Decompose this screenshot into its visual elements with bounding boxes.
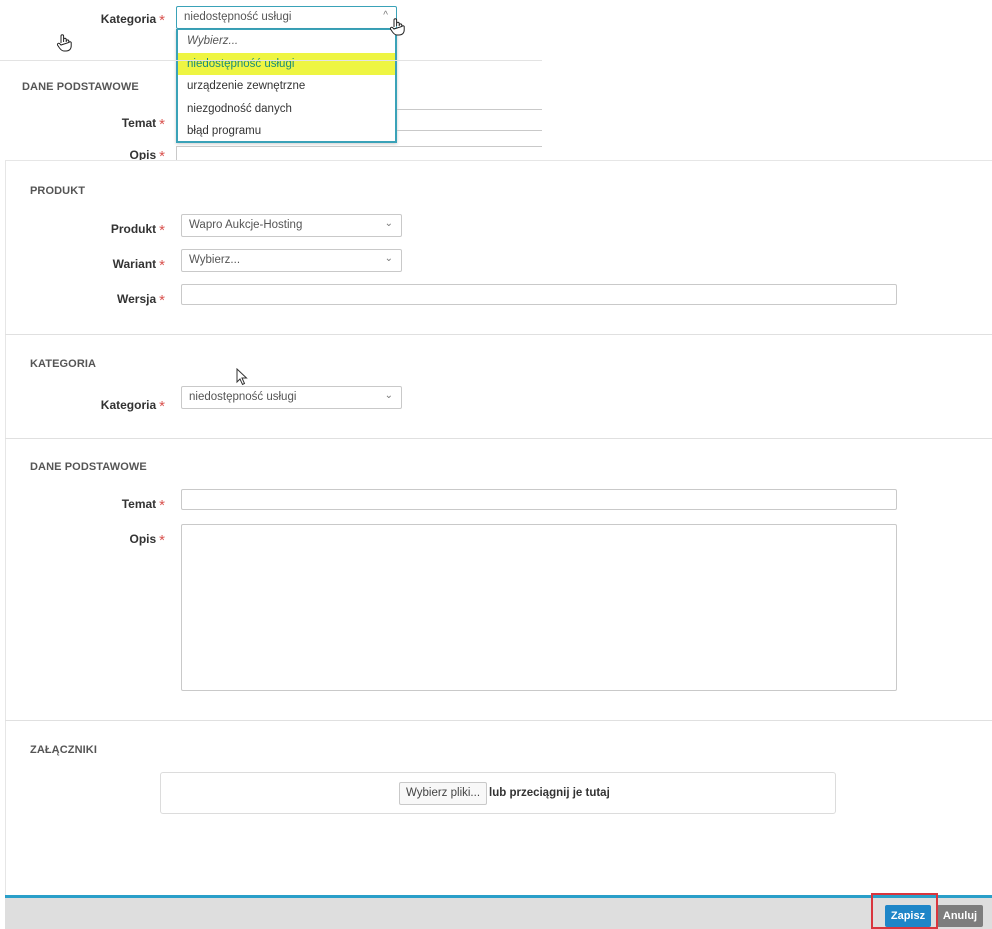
- dropdown-option-selected[interactable]: niedostępność usługi: [178, 52, 395, 75]
- footer-bar: [5, 898, 992, 929]
- cancel-button[interactable]: Anuluj: [937, 905, 983, 927]
- opis-textarea[interactable]: [181, 524, 897, 691]
- kategoria-dropdown-list: Wybierz... niedostępność usługi urządzen…: [176, 29, 397, 143]
- chevron-down-icon: ⌄: [384, 218, 393, 229]
- required-marker: *: [159, 257, 165, 274]
- wariant-label: Wariant *: [112, 257, 165, 274]
- drag-hint-text: lub przeciągnij je tutaj: [489, 787, 610, 799]
- wersja-label: Wersja *: [117, 292, 165, 309]
- overlay-temat-label: Temat *: [121, 116, 165, 133]
- section-title-dane-podstawowe: DANE PODSTAWOWE: [30, 461, 147, 473]
- wariant-select[interactable]: Wybierz... ⌄: [181, 249, 402, 272]
- required-marker: *: [159, 497, 165, 514]
- required-marker: *: [159, 148, 165, 160]
- section-divider: [5, 438, 992, 439]
- dropdown-option[interactable]: urządzenie zewnętrzne: [178, 75, 395, 98]
- chevron-up-icon: ^: [383, 10, 388, 21]
- opis-label: Opis *: [129, 532, 165, 549]
- chevron-down-icon: ⌄: [384, 390, 393, 401]
- wersja-input[interactable]: [181, 284, 897, 305]
- required-marker: *: [159, 532, 165, 549]
- overlay-kategoria-label: Kategoria *: [100, 12, 165, 29]
- dropdown-option[interactable]: niezgodność danych: [178, 98, 395, 121]
- required-marker: *: [159, 292, 165, 309]
- dropdown-overlay-screenshot: Kategoria * niedostępność usługi ^ Wybier…: [0, 0, 542, 160]
- overlay-divider: [0, 60, 542, 61]
- temat-label: Temat *: [121, 497, 165, 514]
- hand-cursor-icon: [389, 18, 405, 36]
- section-divider: [5, 334, 992, 335]
- chevron-down-icon: ⌄: [384, 253, 393, 264]
- overlay-opis-label: Opis *: [95, 146, 165, 160]
- kategoria-label: Kategoria *: [100, 398, 165, 415]
- overlay-kategoria-select[interactable]: niedostępność usługi ^: [176, 6, 397, 29]
- temat-input[interactable]: [181, 489, 897, 510]
- required-marker: *: [159, 222, 165, 239]
- file-dropzone[interactable]: Wybierz pliki... lub przeciągnij je tuta…: [160, 772, 836, 814]
- overlay-temat-input-fragment: [397, 109, 542, 131]
- section-title-produkt: PRODUKT: [30, 185, 86, 197]
- required-marker: *: [159, 12, 165, 29]
- produkt-label: Produkt *: [110, 222, 165, 239]
- overlay-opis-textarea-fragment: [176, 146, 542, 160]
- section-divider: [5, 720, 992, 721]
- form-left-border: [5, 160, 6, 895]
- choose-files-button[interactable]: Wybierz pliki...: [399, 782, 488, 805]
- section-title-kategoria: KATEGORIA: [30, 358, 97, 370]
- required-marker: *: [159, 116, 165, 133]
- dropdown-option[interactable]: Wybierz...: [178, 30, 395, 53]
- form-top-border: [5, 160, 992, 161]
- save-button-annotation-box: [871, 893, 938, 929]
- overlay-section-title: DANE PODSTAWOWE: [22, 81, 139, 93]
- hand-cursor-icon: [56, 34, 72, 52]
- arrow-cursor-icon: [236, 368, 248, 386]
- required-marker: *: [159, 398, 165, 415]
- kategoria-select[interactable]: niedostępność usługi ⌄: [181, 386, 402, 409]
- dropdown-option[interactable]: błąd programu: [178, 120, 395, 143]
- section-title-zalaczniki: ZAŁĄCZNIKI: [30, 744, 97, 756]
- produkt-select[interactable]: Wapro Aukcje-Hosting ⌄: [181, 214, 402, 237]
